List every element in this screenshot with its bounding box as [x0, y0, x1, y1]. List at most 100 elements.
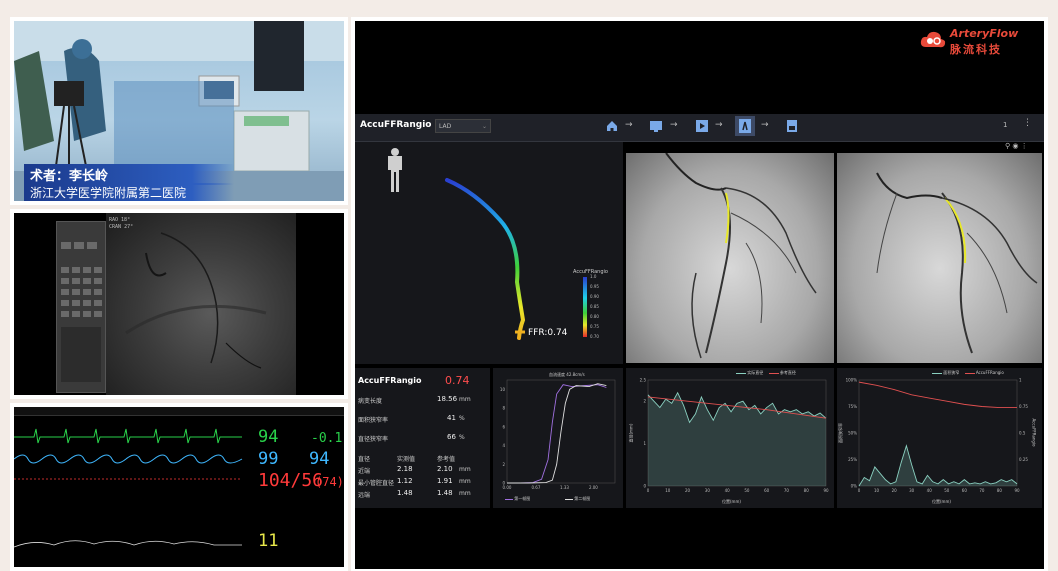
measured-header: 实测值 [397, 456, 416, 463]
row-measured: 1.12 [397, 477, 413, 485]
nibp-value: 104/56 [258, 470, 324, 491]
row-unit: mm [459, 490, 471, 497]
series-select-value: LAD [439, 123, 452, 130]
chevron-down-icon: ⌄ [481, 123, 487, 130]
velocity-chart: 0.00 0.67 1.33 2.000246810 [500, 379, 616, 490]
chart2-xlabel: 位置(mm) [722, 499, 741, 504]
fluoroscopy-feed: RAO 18° CRAN 27° [14, 213, 344, 395]
y-tick-label: 25% [848, 457, 857, 462]
angio-view-1[interactable] [626, 153, 834, 363]
model-step-active[interactable] [735, 116, 755, 136]
resp-value: 11 [258, 531, 279, 551]
y-tick-label: 2 [502, 462, 505, 467]
fluoro-vessels [125, 232, 267, 369]
x-tick-label: 0.67 [531, 485, 540, 490]
results-ffr-value: 0.74 [445, 374, 470, 387]
series-area [859, 445, 1017, 486]
x-tick-label: 70 [784, 488, 790, 493]
cran-value: 27° [124, 224, 134, 230]
rao-label: RAO 18° [109, 217, 130, 223]
fluoroscopy-panel: RAO 18° CRAN 27° [10, 209, 348, 399]
y-tick-label-right: 1 [1019, 378, 1022, 383]
home-icon[interactable] [605, 119, 619, 133]
import-step-icon[interactable] [649, 119, 663, 133]
cran-text: CRAN [109, 224, 122, 230]
x-tick-label: 0.00 [503, 485, 512, 490]
more-icon[interactable]: ⋮ [1021, 142, 1028, 150]
x-tick-label: 70 [979, 488, 985, 493]
colorbar-tick: 0.80 [590, 314, 599, 319]
vessel-model-pane: FFR:0.74 AccuFFRangio 1.0 0.95 0.90 0.85… [355, 142, 623, 364]
angio-vessels-2 [876, 172, 1038, 354]
chart1-legend-2: 第二帧图 [565, 496, 590, 502]
map-value: (74) [315, 475, 344, 489]
report-step-icon[interactable] [785, 119, 799, 133]
row-label: 远端 [358, 492, 371, 499]
x-tick-label: 40 [927, 488, 933, 493]
legend-text: 第二帧图 [574, 496, 591, 501]
colorbar [583, 277, 587, 337]
x-tick-label: 2.00 [589, 485, 598, 490]
x-tick-label: 30 [909, 488, 915, 493]
series-select[interactable]: LAD ⌄ [435, 119, 491, 133]
colorbar-tick: 0.75 [590, 324, 599, 329]
colorbar-tick: 0.95 [590, 284, 599, 289]
x-tick-label: 0 [858, 488, 861, 493]
results-title: AccuFFRangio [358, 376, 422, 385]
measure-icon[interactable]: ⚲ [1005, 142, 1010, 150]
cloud-logo-icon [920, 31, 946, 48]
cran-label: CRAN 27° [109, 224, 133, 230]
y-tick-label: 1 [643, 441, 646, 446]
x-tick-label: 20 [892, 488, 898, 493]
angio-view-2[interactable] [837, 153, 1042, 363]
x-tick-label: 40 [725, 488, 731, 493]
x-tick-label: 90 [1014, 488, 1020, 493]
brand-name: ArteryFlow [950, 27, 1019, 40]
hospital-caption: 浙江大学医学院附属第二医院 [24, 183, 234, 201]
spo2-value: 99 [258, 449, 279, 469]
row-unit: mm [459, 466, 471, 473]
chart3-ylabel: 面积狭窄率 [838, 423, 843, 443]
row-reference: 1.91 [437, 477, 453, 485]
model-step-icon [739, 119, 751, 133]
row-label: 近端 [358, 468, 371, 475]
angio-view-tools: ⚲ ◉ ⋮ [1005, 142, 1041, 152]
x-tick-label: 60 [962, 488, 968, 493]
y-tick-label: 100% [846, 378, 858, 383]
reference-header: 参考值 [437, 456, 456, 463]
row-measured: 1.48 [397, 489, 413, 497]
angio-vessels-1 [665, 153, 817, 359]
st-value: -0.1 [311, 431, 343, 446]
lesion-length-value: 18.56 [437, 395, 458, 403]
area-stenosis-unit: % [459, 415, 465, 422]
x-tick-label: 50 [944, 488, 950, 493]
or-camera-panel: 术者：李长岭 浙江大学医学院附属第二医院 [10, 17, 348, 205]
row-label: 最小管腔直径 [358, 480, 395, 487]
patient-monitor-screen: 94 -0.1 99 94 104/56 (74) 11 [14, 407, 344, 567]
more-icon[interactable]: ⋮ [1023, 118, 1032, 128]
row-measured: 2.18 [397, 465, 413, 473]
accuffrangio-panel: ArteryFlow 脉流科技 AccuFFRangio LAD ⌄ → → → … [351, 17, 1048, 571]
step-arrow-icon: → [715, 120, 723, 130]
lesion-length-label: 病变长度 [358, 398, 383, 405]
accuffrangio-screen: ArteryFlow 脉流科技 AccuFFRangio LAD ⌄ → → → … [355, 21, 1044, 569]
colorbar-ticks: 1.0 0.95 0.90 0.85 0.80 0.75 0.70 [590, 274, 620, 340]
x-tick-label: 1.33 [560, 485, 569, 490]
x-tick-label: 60 [764, 488, 770, 493]
app-title: AccuFFRangio [360, 120, 432, 130]
y-tick-label: 2.5 [640, 378, 647, 383]
arteryflow-logo: ArteryFlow 脉流科技 [920, 25, 1040, 56]
y-tick-label: 2 [643, 399, 646, 404]
eye-icon[interactable]: ◉ [1012, 142, 1018, 150]
x-tick-label: 80 [997, 488, 1003, 493]
frame-step-icon[interactable] [695, 119, 709, 133]
y-tick-label: 4 [502, 443, 505, 448]
y-tick-label: 10 [500, 387, 506, 392]
diam-stenosis-unit: % [459, 434, 465, 441]
step-arrow-icon: → [761, 120, 769, 130]
brand-name-cn: 脉流科技 [950, 43, 1002, 56]
diam-stenosis-value: 66 [447, 433, 456, 441]
x-tick-label: 10 [874, 488, 880, 493]
step-arrow-icon: → [670, 120, 678, 130]
rao-value: 18° [121, 217, 131, 223]
